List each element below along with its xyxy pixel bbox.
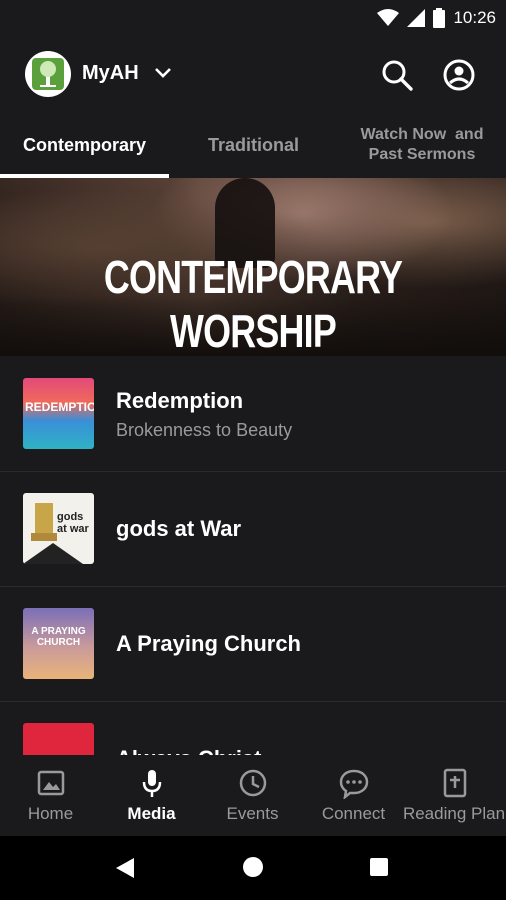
clock-icon <box>239 769 267 797</box>
tab-label: Contemporary <box>22 134 147 155</box>
series-subtitle: Brokenness to Beauty <box>116 420 293 440</box>
nav-label: Home <box>27 804 74 823</box>
thumbnail-text: gods at war <box>57 511 89 535</box>
wifi-icon <box>377 9 400 26</box>
nav-events[interactable]: Events <box>202 755 303 836</box>
church-logo[interactable] <box>25 51 71 97</box>
chevron-down-icon[interactable] <box>154 66 172 80</box>
tab-traditional[interactable]: Traditional <box>169 112 338 178</box>
series-thumbnail: gods at war <box>23 493 94 564</box>
nav-reading-plan[interactable]: Reading Plan <box>402 755 506 836</box>
search-icon[interactable] <box>380 58 414 92</box>
tab-label-line1: Watch Now and <box>360 126 484 143</box>
app-title[interactable]: MyAH <box>82 62 139 85</box>
list-item[interactable]: gods at war gods at War <box>0 471 506 587</box>
hero-banner[interactable]: CONTEMPORARY WORSHIP <box>0 178 506 356</box>
list-item[interactable]: REDEMPTION Redemption Brokenness to Beau… <box>0 356 506 472</box>
nav-connect[interactable]: Connect <box>303 755 404 836</box>
bottom-nav: Home Media Events Connect Reading Plan <box>0 755 506 836</box>
battery-icon <box>433 8 446 28</box>
status-icons: 10:26 <box>377 6 496 30</box>
nav-label: Connect <box>321 804 386 823</box>
tab-contemporary[interactable]: Contemporary <box>0 112 169 178</box>
nav-label: Media <box>127 804 176 823</box>
nav-media[interactable]: Media <box>101 755 202 836</box>
system-nav-bar <box>0 836 506 900</box>
image-icon <box>37 770 65 796</box>
tab-label: Watch Now and Past Sermons <box>361 125 484 165</box>
tab-watch-now-past-sermons[interactable]: Watch Now and Past Sermons <box>338 112 506 178</box>
thumbnail-text: A PRAYING CHURCH <box>31 626 86 648</box>
tab-label-line2: Past Sermons <box>368 146 476 163</box>
home-icon[interactable] <box>242 856 264 878</box>
back-icon[interactable] <box>114 856 136 880</box>
list-item[interactable]: A PRAYING CHURCH A Praying Church <box>0 586 506 702</box>
recents-icon[interactable] <box>369 857 389 877</box>
tree-logo-icon <box>32 58 64 90</box>
chat-bubble-icon <box>339 769 369 799</box>
status-time: 10:26 <box>453 8 496 27</box>
nav-home[interactable]: Home <box>0 755 101 836</box>
microphone-icon <box>142 770 162 797</box>
series-title: Redemption <box>116 388 244 413</box>
series-thumbnail: REDEMPTION <box>23 378 94 449</box>
account-icon[interactable] <box>442 58 476 92</box>
signal-icon <box>407 9 426 27</box>
nav-label: Events <box>226 804 279 823</box>
thumbnail-text: REDEMPTION <box>25 400 94 414</box>
series-thumbnail: A PRAYING CHURCH <box>23 608 94 679</box>
series-title: A Praying Church <box>116 631 301 656</box>
media-tabs: Contemporary Traditional Watch Now and Pa… <box>0 112 506 178</box>
bible-icon <box>443 768 467 798</box>
app-bar: MyAH <box>0 36 506 112</box>
nav-label: Reading Plan <box>402 804 506 823</box>
hero-title: CONTEMPORARY WORSHIP <box>103 251 403 356</box>
series-title: gods at War <box>116 516 242 541</box>
tab-label: Traditional <box>207 134 299 155</box>
status-bar: 10:26 <box>0 0 506 36</box>
